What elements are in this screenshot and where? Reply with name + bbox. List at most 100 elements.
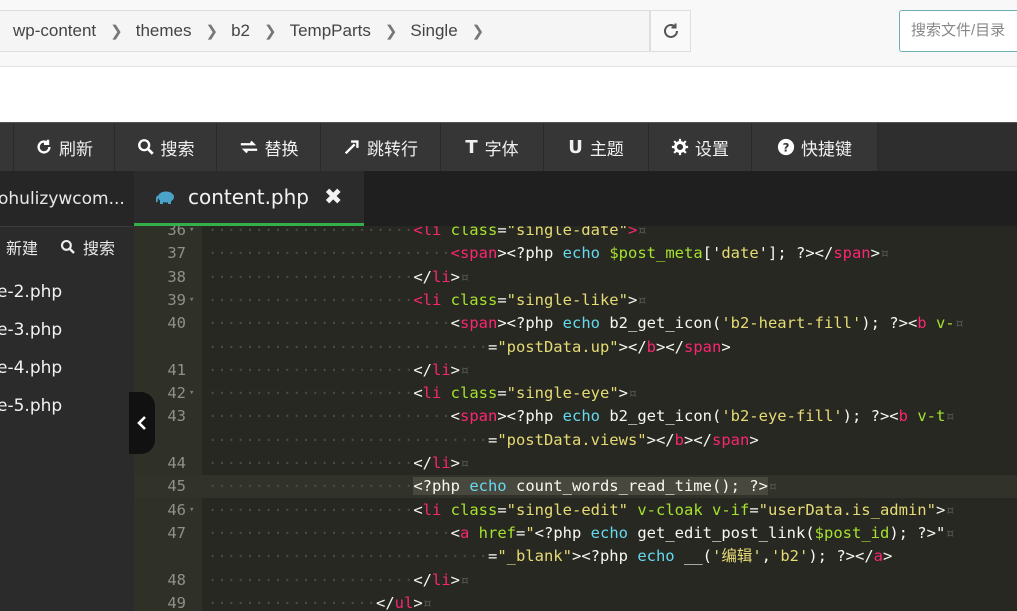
file-search-input[interactable] [900, 11, 1017, 49]
breadcrumb-label[interactable]: b2 [231, 21, 250, 41]
close-icon[interactable]: ✖ [324, 185, 342, 210]
fold-toggle-icon[interactable]: ▾ [189, 226, 194, 242]
code-token: > [450, 267, 460, 286]
toolbar-shortcuts-button[interactable]: ? 快捷键 [752, 123, 878, 171]
toolbar-font-button[interactable]: T 字体 [441, 123, 544, 171]
toolbar-search-button[interactable]: 搜索 [115, 123, 217, 171]
code-content: </li> [413, 571, 460, 589]
code-line[interactable]: 41 ······················</li>¤ [134, 359, 1017, 382]
code-text: ······················</li>¤ [208, 359, 469, 382]
file-name[interactable]: e-4.php [0, 358, 62, 378]
eol-marker: ¤ [460, 570, 470, 589]
code-line[interactable]: 39 ▾ ······················<li class="sing… [134, 289, 1017, 312]
new-file-button[interactable]: 新建 [6, 235, 38, 259]
breadcrumb-item-wp-content[interactable]: wp-content ❯ [13, 21, 136, 41]
fold-toggle-icon[interactable]: ▾ [189, 499, 194, 522]
indent-guide: ······························ [208, 337, 488, 356]
code-token: "postData.views" [497, 430, 647, 449]
code-token: ']; ?></ [758, 244, 834, 263]
code-line[interactable]: ······························="_blank">… [134, 545, 1017, 568]
sidebar-title-text: ohulizywcom... [0, 188, 125, 209]
code-line[interactable]: 47 ··························<a href="<?p… [134, 522, 1017, 545]
code-token: > [627, 226, 638, 239]
code-token: v-t [917, 407, 946, 426]
file-item[interactable]: e-3.php [0, 311, 134, 349]
toolbar-replace-button[interactable]: 替换 [217, 123, 321, 171]
code-token: echo [562, 407, 610, 426]
file-item[interactable]: e-4.php [0, 349, 134, 387]
code-line[interactable]: 45 ······················<?php echo count… [134, 475, 1017, 499]
code-content: <li class="single-edit" v-cloak v-if="us… [413, 501, 945, 519]
breadcrumb-label[interactable]: wp-content [13, 21, 96, 41]
breadcrumb-item-single[interactable]: Single ❯ [410, 21, 497, 41]
code-line[interactable]: ······························="postData… [134, 336, 1017, 359]
search-icon [60, 239, 75, 254]
code-line[interactable]: 44 ······················</li>¤ [134, 452, 1017, 475]
code-line[interactable]: 40 ··························<span><?php … [134, 312, 1017, 335]
code-token: class [450, 384, 498, 403]
code-line[interactable]: ······························="postData… [134, 429, 1017, 452]
code-line[interactable]: 48 ······················</li>¤ [134, 569, 1017, 592]
chevron-right-icon: ❯ [264, 23, 277, 40]
code-token: b2_get_icon( [609, 407, 722, 426]
code-token: = [487, 430, 498, 449]
file-item[interactable]: e-5.php [0, 387, 134, 425]
code-text: ······················</li>¤ [208, 266, 469, 289]
tab-content-php[interactable]: content.php ✖ [134, 171, 364, 226]
code-text: ··························<a href="<?php… [208, 522, 955, 545]
file-name[interactable]: e-3.php [0, 320, 62, 340]
breadcrumb-item-themes[interactable]: themes ❯ [136, 21, 231, 41]
code-token: > [883, 547, 893, 566]
toolbar-settings-button[interactable]: 设置 [649, 123, 752, 171]
breadcrumb-label[interactable]: Single [410, 21, 457, 41]
file-name[interactable]: e-5.php [0, 396, 62, 416]
code-line[interactable]: 36 ▾ ······················<li class="sing… [134, 226, 1017, 242]
line-number: 38 [167, 267, 186, 286]
code-content: </li> [413, 268, 460, 286]
breadcrumb-label[interactable]: themes [136, 21, 192, 41]
code-editor[interactable]: 36 ▾ ······················<li class="sing… [134, 226, 1017, 611]
code-text: ······························="_blank">… [208, 545, 892, 568]
code-token: ); ?>< [861, 314, 918, 333]
indent-guide: ······················ [208, 226, 414, 239]
code-token: 'b2-heart-fill' [721, 314, 862, 333]
refresh-button[interactable] [650, 10, 691, 52]
code-token: <li [413, 290, 451, 309]
code-line[interactable]: 46 ▾ ······················<li class="sing… [134, 499, 1017, 522]
toolbar-jump-button[interactable]: 跳转行 [321, 123, 441, 171]
code-line[interactable]: 37 ··························<span><?php … [134, 242, 1017, 265]
code-line[interactable]: 42 ▾ ······················<li class="sing… [134, 382, 1017, 405]
code-token: class [450, 290, 498, 309]
line-number: 48 [167, 570, 186, 589]
tab-label: content.php [188, 185, 309, 209]
code-token: count_words_read_time(); [515, 477, 750, 496]
code-line[interactable]: 49 ··················</ul>¤ [134, 592, 1017, 611]
fold-toggle-icon[interactable]: ▾ [189, 382, 194, 405]
breadcrumb-label[interactable]: TempParts [290, 21, 371, 41]
toolbar-refresh-button[interactable]: 刷新 [14, 123, 115, 171]
code-token: > [497, 407, 507, 426]
code-text: ······················</li>¤ [208, 569, 469, 592]
code-line[interactable]: 38 ······················</li>¤ [134, 266, 1017, 289]
sidebar-search-button[interactable]: 搜索 [60, 235, 115, 259]
code-content: </li> [413, 361, 460, 379]
breadcrumb-item-b2[interactable]: b2 ❯ [231, 21, 290, 41]
file-search-box[interactable] [899, 10, 1017, 52]
code-token: echo [637, 547, 684, 566]
code-token: > [627, 290, 638, 309]
code-token: get_edit_post_link( [637, 523, 815, 542]
sidebar-collapse-button[interactable] [129, 392, 155, 454]
eol-marker: ¤ [422, 593, 433, 611]
toolbar-theme-button[interactable]: U 主题 [544, 123, 649, 171]
file-item[interactable]: e-2.php [0, 273, 134, 311]
code-line[interactable]: 43 ··························<span><?php … [134, 405, 1017, 428]
code-area[interactable]: 36 ▾ ······················<li class="sing… [134, 226, 1017, 611]
code-text: ······················<li class="single-… [208, 226, 647, 242]
breadcrumb-item-tempparts[interactable]: TempParts ❯ [290, 21, 411, 41]
file-list: e-2.php e-3.php e-4.php e-5.php [0, 267, 134, 425]
file-name[interactable]: e-2.php [0, 282, 62, 302]
fold-toggle-icon[interactable]: ▾ [189, 289, 194, 312]
code-token: </ [375, 593, 395, 611]
php-elephant-icon [156, 191, 174, 204]
sidebar-title: ohulizywcom... [0, 171, 134, 226]
